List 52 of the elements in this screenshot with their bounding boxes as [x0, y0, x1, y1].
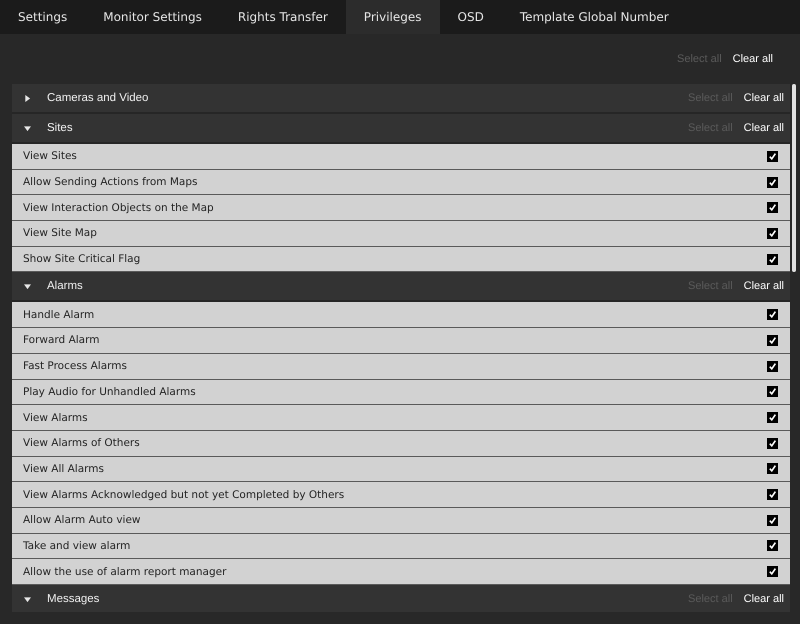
privilege-label: View Alarms [23, 412, 89, 424]
clear-all-link[interactable]: Clear all [732, 53, 773, 65]
tab[interactable]: Template Global Number [502, 0, 687, 34]
privilege-label: Forward Alarm [23, 334, 100, 346]
checkbox[interactable] [767, 202, 778, 214]
checkbox[interactable] [767, 150, 778, 162]
group-title: Messages [47, 593, 100, 605]
checkbox[interactable] [767, 386, 778, 398]
privilege-label: View Alarms of Others [23, 437, 141, 450]
group-title: Alarms [47, 280, 83, 292]
checkbox[interactable] [767, 334, 778, 346]
clear-all-link[interactable]: Clear all [744, 92, 784, 104]
tab[interactable]: Privileges [346, 0, 440, 34]
collapse-icon[interactable] [24, 596, 31, 602]
privilege-label: Take and view alarm [23, 540, 132, 552]
group-title: Sites [47, 122, 73, 134]
privilege-label: Play Audio for Unhandled Alarms [23, 386, 197, 398]
clear-all-link[interactable]: Clear all [744, 122, 784, 134]
checkbox[interactable] [767, 412, 778, 424]
checkbox[interactable] [767, 360, 778, 372]
scrollbar-thumb[interactable] [792, 84, 796, 272]
checkbox[interactable] [767, 254, 778, 265]
checkbox[interactable] [767, 438, 778, 449]
tab[interactable]: Rights Transfer [220, 0, 346, 34]
checkbox[interactable] [767, 566, 778, 578]
privilege-label: View Sites [23, 150, 78, 162]
tab[interactable]: Settings [0, 0, 86, 34]
privilege-label: View Interaction Objects on the Map [23, 202, 215, 214]
checkbox[interactable] [767, 309, 778, 320]
privilege-label: Allow Sending Actions from Maps [23, 176, 198, 188]
expand-icon[interactable] [24, 94, 31, 102]
checkbox[interactable] [767, 489, 778, 500]
privilege-label: View All Alarms [23, 462, 105, 475]
clear-all-link[interactable]: Clear all [744, 280, 784, 292]
privilege-label: View Alarms Acknowledged but not yet Completed by Others [23, 488, 346, 501]
privilege-label: Fast Process Alarms [23, 360, 128, 372]
privilege-label: View Site Map [23, 227, 98, 240]
checkbox[interactable] [767, 514, 778, 526]
privilege-label: Allow the use of alarm report manager [23, 566, 228, 578]
checkbox[interactable] [767, 228, 778, 239]
privilege-label: Show Site Critical Flag [23, 253, 142, 266]
privilege-label: Allow Alarm Auto view [23, 514, 142, 526]
clear-all-link[interactable]: Clear all [744, 593, 784, 605]
collapse-icon[interactable] [24, 124, 31, 132]
group-title: Cameras and Video [47, 92, 148, 104]
checkbox[interactable] [767, 463, 778, 474]
privilege-label: Handle Alarm [23, 308, 96, 321]
checkbox[interactable] [767, 540, 778, 552]
tab[interactable]: OSD [440, 0, 502, 34]
checkbox[interactable] [767, 176, 778, 188]
tab[interactable]: Monitor Settings [85, 0, 220, 34]
collapse-icon[interactable] [24, 282, 31, 290]
